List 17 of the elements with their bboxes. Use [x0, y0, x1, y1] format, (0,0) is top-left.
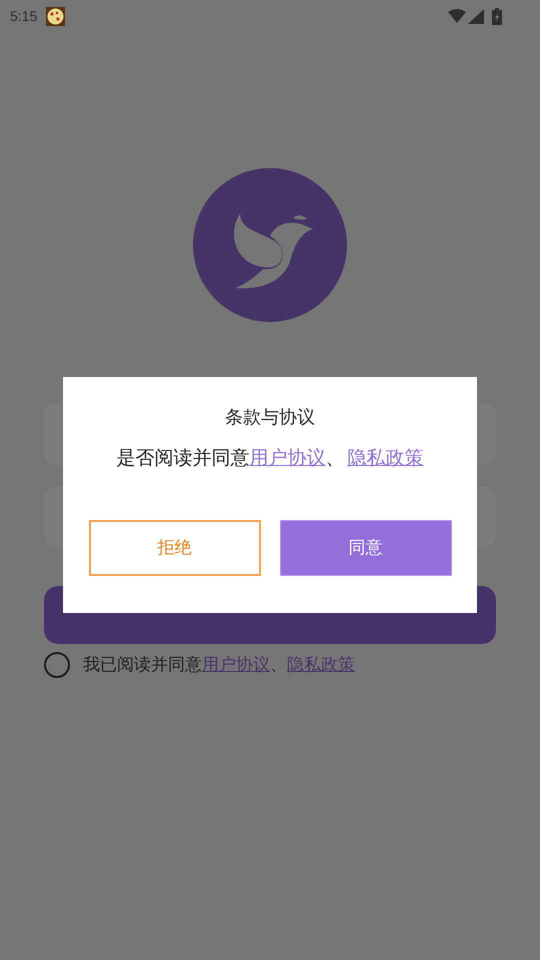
privacy-policy-link[interactable]: 隐私政策 [287, 652, 355, 678]
separator-text: 、 [326, 447, 344, 471]
user-agreement-link[interactable]: 用户协议 [202, 652, 270, 678]
wifi-icon [448, 9, 466, 23]
user-agreement-link[interactable]: 用户协议 [250, 445, 326, 474]
privacy-policy-link[interactable]: 隐私政策 [348, 445, 424, 474]
dialog-title: 条款与协议 [225, 406, 315, 429]
agree-button[interactable]: 同意 [280, 520, 452, 576]
dialog-message: 是否阅读并同意 [116, 447, 250, 471]
signal-icon [468, 8, 484, 24]
pizza-icon [46, 6, 66, 26]
agreement-text: 我已阅读并同意 [83, 654, 202, 676]
battery-icon [492, 8, 502, 24]
refuse-button[interactable]: 拒绝 [88, 520, 260, 576]
agreement-checkbox[interactable] [44, 652, 70, 678]
separator-text: 、 [270, 654, 287, 676]
status-time: 5:15 [10, 6, 38, 26]
